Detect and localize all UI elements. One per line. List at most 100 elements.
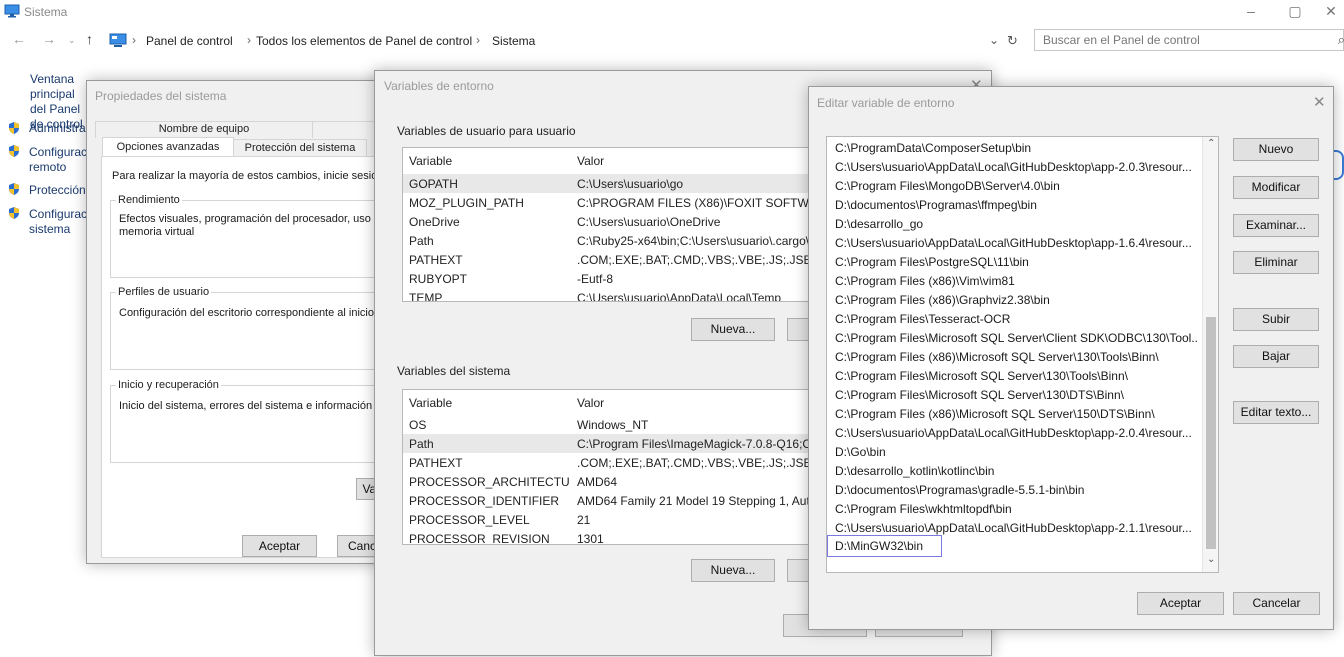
browse-path-button[interactable]: Examinar... <box>1233 214 1319 237</box>
path-entry[interactable]: D:\Go\bin <box>827 443 1197 462</box>
move-down-button[interactable]: Bajar <box>1233 345 1319 368</box>
scroll-down-icon[interactable]: ⌄ <box>1207 554 1215 565</box>
left-link-system-config[interactable]: Configurac sistema <box>29 207 87 237</box>
col-value-header[interactable]: Valor <box>577 396 604 410</box>
edit-ok-button[interactable]: Aceptar <box>1137 592 1224 615</box>
table-row[interactable]: PROCESSOR_ARCHITECTURE AMD64 <box>403 472 811 491</box>
table-row[interactable]: PROCESSOR_REVISION 1301 <box>403 529 811 544</box>
environment-variables-title: Variables de entorno <box>384 79 494 93</box>
modify-path-button[interactable]: Modificar <box>1233 176 1319 199</box>
path-entry[interactable]: D:\documentos\Programas\gradle-5.5.1-bin… <box>827 481 1197 500</box>
breadcrumb-system[interactable]: Sistema <box>492 34 535 48</box>
maximize-button[interactable]: ▢ <box>1272 0 1318 24</box>
close-icon[interactable]: ✕ <box>1313 93 1326 111</box>
ok-button[interactable]: Aceptar <box>242 535 317 557</box>
tab-advanced-options[interactable]: Opciones avanzadas <box>102 137 234 157</box>
address-dropdown-icon[interactable]: ⌄ <box>989 33 999 47</box>
advanced-intro-text: Para realizar la mayoría de estos cambio… <box>112 170 393 182</box>
table-row[interactable]: Path C:\Program Files\ImageMagick-7.0.8-… <box>403 434 811 453</box>
path-entry[interactable]: C:\Users\usuario\AppData\Local\GitHubDes… <box>827 424 1197 443</box>
path-entry[interactable]: D:\desarrollo_go <box>827 215 1197 234</box>
breadcrumb-separator: › <box>247 33 251 47</box>
path-edit-field[interactable]: D:\MinGW32\bin <box>827 535 942 557</box>
user-variables-list[interactable]: Variable Valor GOPATH C:\Users\usuario\g… <box>402 147 812 302</box>
performance-text: Efectos visuales, programación del proce… <box>119 213 387 238</box>
delete-path-button[interactable]: Eliminar <box>1233 251 1319 274</box>
col-variable-header[interactable]: Variable <box>409 396 452 410</box>
breadcrumb-control-panel[interactable]: Panel de control <box>146 34 233 48</box>
variable-value: C:\Users\usuario\AppData\Local\Temp <box>577 291 782 302</box>
path-entry[interactable]: C:\Program Files (x86)\Vim\vim81 <box>827 272 1197 291</box>
scrollbar-thumb[interactable] <box>1206 317 1216 549</box>
path-entry[interactable]: C:\Program Files (x86)\Microsoft SQL Ser… <box>827 405 1197 424</box>
recent-chevron-icon[interactable]: ⌄ <box>68 35 76 46</box>
table-row[interactable]: OneDrive C:\Users\usuario\OneDrive <box>403 212 811 231</box>
table-row[interactable]: PATHEXT .COM;.EXE;.BAT;.CMD;.VBS;.VBE;.J… <box>403 250 811 269</box>
shield-icon <box>9 145 19 157</box>
vertical-scrollbar[interactable]: ⌃ ⌄ <box>1202 137 1218 572</box>
variable-name: PROCESSOR_LEVEL <box>409 513 530 527</box>
path-entry[interactable]: C:\Program Files\PostgreSQL\11\bin <box>827 253 1197 272</box>
new-path-button[interactable]: Nuevo <box>1233 138 1319 161</box>
path-entry[interactable]: C:\Program Files\wkhtmltopdf\bin <box>827 500 1197 519</box>
move-up-button[interactable]: Subir <box>1233 308 1319 331</box>
system-new-button[interactable]: Nueva... <box>691 559 775 582</box>
user-new-button[interactable]: Nueva... <box>691 318 775 341</box>
tab-computer-name[interactable]: Nombre de equipo <box>95 121 313 138</box>
edit-text-button[interactable]: Editar texto... <box>1233 401 1319 424</box>
refresh-icon[interactable]: ↻ <box>1007 33 1018 49</box>
forward-arrow-icon[interactable]: → <box>42 31 56 47</box>
shield-icon <box>9 207 19 219</box>
breadcrumb-separator: › <box>476 33 480 47</box>
table-row[interactable]: Path C:\Ruby25-x64\bin;C:\Users\usuario\… <box>403 231 811 250</box>
variable-value: .COM;.EXE;.BAT;.CMD;.VBS;.VBE;.JS;.JSE;.… <box>577 253 811 267</box>
search-icon[interactable]: ⌕ <box>1338 32 1344 48</box>
back-arrow-icon[interactable]: ← <box>12 31 26 47</box>
tab-system-protection[interactable]: Protección del sistema <box>233 139 367 157</box>
up-arrow-icon[interactable]: ↑ <box>86 31 93 47</box>
performance-group <box>110 200 400 278</box>
search-box[interactable]: ⌕ <box>1034 29 1344 51</box>
breadcrumb-all-items[interactable]: Todos los elementos de Panel de control <box>256 34 472 48</box>
close-button[interactable]: ✕ <box>1318 0 1344 24</box>
system-variables-list[interactable]: Variable Valor OS Windows_NT Path C:\Pro… <box>402 389 812 545</box>
table-row[interactable]: MOZ_PLUGIN_PATH C:\PROGRAM FILES (X86)\F… <box>403 193 811 212</box>
search-input[interactable] <box>1035 30 1315 50</box>
path-entry[interactable]: C:\Program Files\Microsoft SQL Server\Cl… <box>827 329 1197 348</box>
table-row[interactable]: TEMP C:\Users\usuario\AppData\Local\Temp <box>403 288 811 302</box>
table-row[interactable]: PATHEXT .COM;.EXE;.BAT;.CMD;.VBS;.VBE;.J… <box>403 453 811 472</box>
col-value-header[interactable]: Valor <box>577 154 604 168</box>
path-entry[interactable]: C:\Program Files (x86)\Microsoft SQL Ser… <box>827 348 1197 367</box>
minimize-button[interactable]: – <box>1228 0 1274 24</box>
path-entry[interactable]: C:\Program Files\Microsoft SQL Server\13… <box>827 367 1197 386</box>
advanced-tab-panel: Para realizar la mayoría de estos cambio… <box>101 156 400 558</box>
startup-recovery-group <box>110 385 400 463</box>
table-row[interactable]: OS Windows_NT <box>403 415 811 434</box>
path-entry[interactable]: D:\desarrollo_kotlin\kotlinc\bin <box>827 462 1197 481</box>
control-panel-icon <box>109 33 127 47</box>
address-bar[interactable]: › Panel de control › Todos los elementos… <box>108 29 1024 52</box>
table-row[interactable]: PROCESSOR_LEVEL 21 <box>403 510 811 529</box>
path-entry[interactable]: D:\documentos\Programas\ffmpeg\bin <box>827 196 1197 215</box>
path-entry[interactable]: C:\Program Files\Tesseract-OCR <box>827 310 1197 329</box>
shield-icon <box>9 122 19 134</box>
left-link-protection[interactable]: Protección <box>29 183 86 197</box>
edit-cancel-button[interactable]: Cancelar <box>1233 592 1320 615</box>
table-row[interactable]: RUBYOPT -Eutf-8 <box>403 269 811 288</box>
window-title: Sistema <box>24 5 68 19</box>
path-entries-list[interactable]: C:\ProgramData\ComposerSetup\bin C:\Users… <box>826 136 1219 573</box>
user-profiles-label: Perfiles de usuario <box>116 286 212 298</box>
path-entry[interactable]: C:\Users\usuario\AppData\Local\GitHubDes… <box>827 158 1197 177</box>
table-row[interactable]: GOPATH C:\Users\usuario\go <box>403 174 811 193</box>
scroll-up-icon[interactable]: ⌃ <box>1207 138 1215 149</box>
left-link-remote-config[interactable]: Configurac remoto <box>29 145 87 175</box>
col-variable-header[interactable]: Variable <box>409 154 452 168</box>
path-entry[interactable]: C:\ProgramData\ComposerSetup\bin <box>827 139 1197 158</box>
variable-name: Path <box>409 234 434 248</box>
path-entry[interactable]: C:\Program Files\Microsoft SQL Server\13… <box>827 386 1197 405</box>
path-entry[interactable]: C:\Users\usuario\AppData\Local\GitHubDes… <box>827 234 1197 253</box>
path-entry[interactable]: C:\Program Files (x86)\Graphviz2.38\bin <box>827 291 1197 310</box>
table-row[interactable]: PROCESSOR_IDENTIFIER AMD64 Family 21 Mod… <box>403 491 811 510</box>
left-link-admin[interactable]: Administra <box>29 121 86 135</box>
path-entry[interactable]: C:\Program Files\MongoDB\Server\4.0\bin <box>827 177 1197 196</box>
